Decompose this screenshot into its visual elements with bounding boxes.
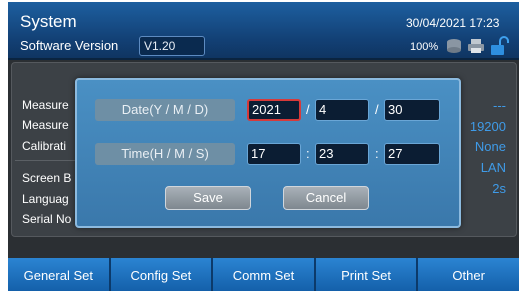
time-separator: : <box>306 146 310 161</box>
datetime-dialog: Date(Y / M / D) 2021 / 4 / 30 Time(H / M… <box>75 78 461 228</box>
save-button[interactable]: Save <box>165 186 251 210</box>
header-bar: System Software Version V1.20 30/04/2021… <box>8 2 519 60</box>
month-input[interactable]: 4 <box>315 99 369 121</box>
setting-value: 2s <box>492 181 506 196</box>
time-separator: : <box>375 146 379 161</box>
tab-config-set[interactable]: Config Set <box>110 258 214 291</box>
list-item[interactable]: Measure <box>22 98 69 112</box>
hour-input[interactable]: 17 <box>247 143 301 165</box>
tab-general-set[interactable]: General Set <box>8 258 111 291</box>
date-separator: / <box>375 102 379 117</box>
printer-icon <box>468 39 484 53</box>
minute-input[interactable]: 23 <box>315 143 369 165</box>
system-screen: System Software Version V1.20 30/04/2021… <box>8 2 519 291</box>
datetime-display: 30/04/2021 17:23 <box>406 16 500 30</box>
date-label: Date(Y / M / D) <box>95 99 235 121</box>
software-version-label: Software Version <box>20 38 119 53</box>
list-item[interactable]: Languag <box>22 192 69 206</box>
list-item[interactable]: Serial No <box>22 212 71 226</box>
lock-icon <box>491 36 509 55</box>
list-item[interactable]: Measure <box>22 118 69 132</box>
list-item[interactable]: Calibrati <box>22 139 66 153</box>
battery-level: 100% <box>410 41 439 53</box>
day-input[interactable]: 30 <box>384 99 440 121</box>
list-item[interactable]: Screen B <box>22 171 71 185</box>
setting-value: --- <box>493 98 506 113</box>
setting-value: 19200 <box>469 119 506 134</box>
setting-value: None <box>474 139 506 154</box>
page-title: System <box>20 12 77 31</box>
tab-comm-set[interactable]: Comm Set <box>213 258 316 291</box>
software-version-value: V1.20 <box>139 36 205 56</box>
date-separator: / <box>306 102 310 117</box>
divider <box>15 160 75 161</box>
bottom-tab-bar: General Set Config Set Comm Set Print Se… <box>8 258 519 291</box>
tab-print-set[interactable]: Print Set <box>315 258 419 291</box>
time-label: Time(H / M / S) <box>95 143 235 165</box>
tab-other[interactable]: Other <box>418 258 519 291</box>
setting-value: LAN <box>480 160 506 175</box>
second-input[interactable]: 27 <box>384 143 440 165</box>
database-icon <box>447 39 461 53</box>
year-input[interactable]: 2021 <box>247 99 301 121</box>
cancel-button[interactable]: Cancel <box>283 186 369 210</box>
